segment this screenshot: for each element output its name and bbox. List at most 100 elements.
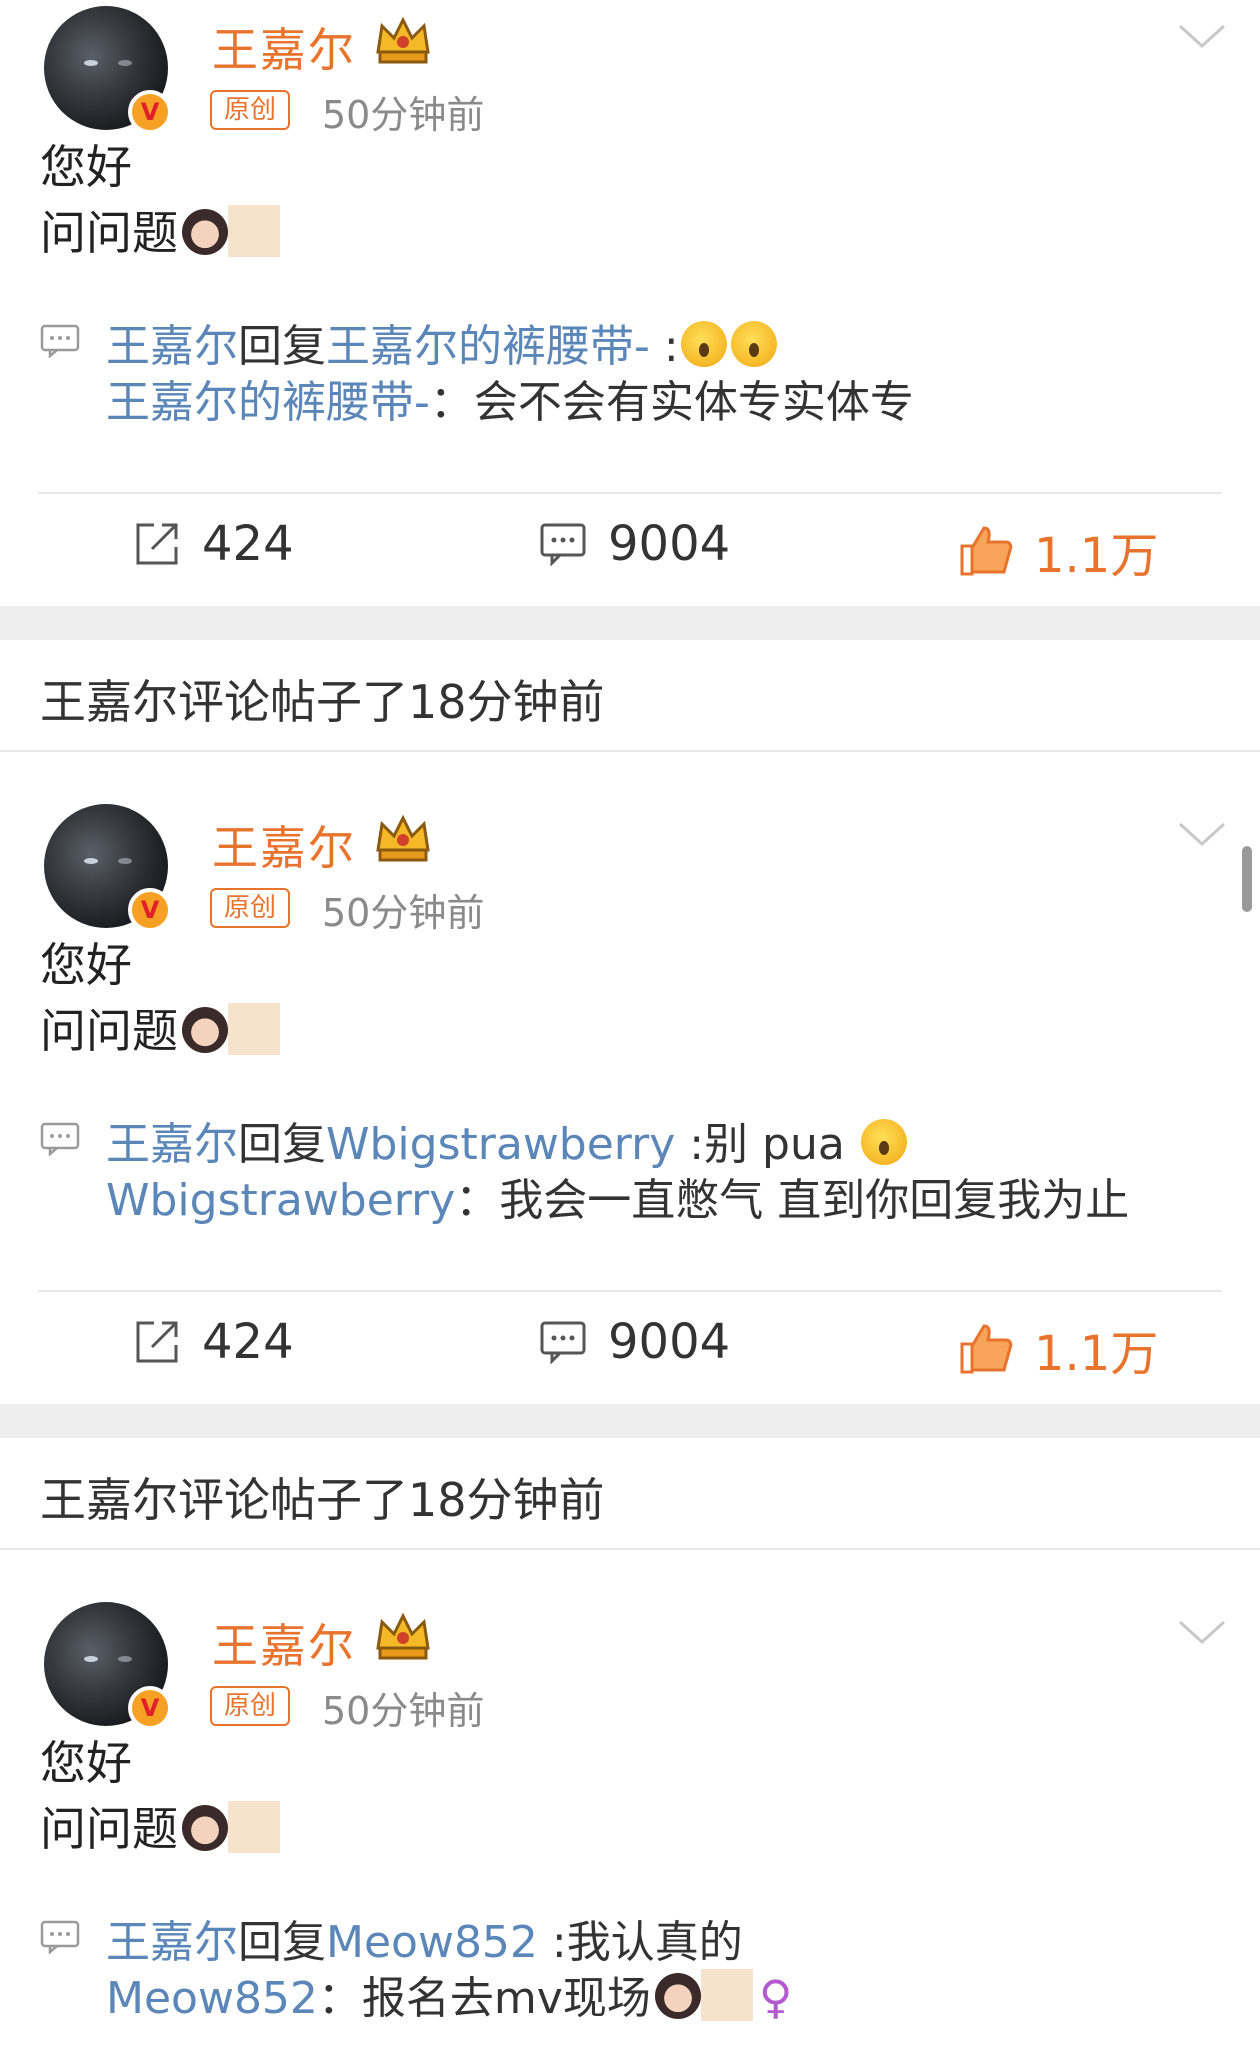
reply-text: ：报名去mv现场 (317, 1973, 651, 2024)
thumbs-up-icon (960, 1324, 1013, 1374)
divider (38, 1290, 1222, 1292)
avatar[interactable]: V (44, 6, 172, 134)
reply-user-link[interactable]: 王嘉尔 (106, 1119, 238, 1170)
shocked-face-emoji-icon (860, 1119, 907, 1165)
comment-button[interactable]: 9004 (538, 516, 730, 572)
chevron-down-icon[interactable] (1176, 20, 1228, 52)
comment-activity-header[interactable]: 王嘉尔评论帖子了18分钟前 (0, 1438, 1260, 1550)
reply-line: 王嘉尔回复Wbigstrawberry :别 pua (106, 1108, 909, 1172)
reply-text: :我认真的 (537, 1917, 743, 1968)
chevron-down-icon[interactable] (1176, 1616, 1228, 1648)
reply-target-link[interactable]: 王嘉尔的裤腰带- (326, 321, 650, 372)
crown-icon (376, 1612, 430, 1660)
post-text-line: 您好 (40, 1736, 132, 1790)
reply-text: : (649, 321, 679, 372)
reply-label: 回复 (238, 1119, 326, 1170)
comment-icon (40, 324, 80, 358)
reply-text: ：会不会有实体专实体专 (429, 377, 914, 428)
comment-icon (40, 1122, 80, 1156)
reply-label: 回复 (238, 1917, 326, 1968)
reply-text: :别 pua (675, 1119, 859, 1170)
comment-icon (40, 1920, 80, 1954)
comment-icon (540, 523, 586, 567)
repost-button[interactable]: 424 (132, 1314, 294, 1370)
repost-count: 424 (202, 516, 294, 572)
repost-count: 424 (202, 1314, 294, 1370)
post-text-line: 您好 (40, 140, 132, 194)
like-button[interactable]: 1.1万 (958, 1314, 1158, 1384)
skin-tone-emoji-icon (228, 1801, 280, 1853)
post-text-line: 问问题 (40, 998, 280, 1064)
reply-line: 王嘉尔的裤腰带-：会不会有实体专实体专 (106, 366, 914, 430)
post-text-line: 您好 (40, 938, 132, 992)
post-text-line: 问问题 (40, 1796, 280, 1862)
avatar[interactable]: V (44, 1602, 172, 1730)
post-time: 50分钟前 (322, 1689, 485, 1733)
crown-icon (376, 16, 430, 64)
post-card: V 王嘉尔 原创 50分钟前 您好 问问题 王嘉尔回复王嘉尔的裤腰带- : 王嘉… (0, 0, 1260, 606)
shocked-face-emoji-icon (680, 321, 727, 367)
share-icon (136, 1321, 178, 1363)
thumbs-up-icon (960, 526, 1013, 576)
original-badge: 原创 (210, 90, 291, 130)
comment-activity-text: 王嘉尔评论帖子了18分钟前 (40, 1473, 605, 1527)
like-button[interactable]: 1.1万 (958, 516, 1158, 586)
female-sign-emoji-icon: ♀ (758, 1970, 793, 2024)
post-card: V 王嘉尔 原创 50分钟前 您好 问问题 王嘉尔回复Wbigstrawberr… (0, 764, 1260, 1404)
woman-raising-hand-emoji-icon (182, 209, 228, 255)
post-text: 问问题 (40, 1004, 178, 1058)
reply-label: 回复 (238, 321, 326, 372)
comment-count: 9004 (608, 516, 731, 572)
reply-user-link[interactable]: 王嘉尔 (106, 321, 238, 372)
username[interactable]: 王嘉尔 (212, 14, 356, 80)
comment-count: 9004 (608, 1314, 731, 1370)
post-time: 50分钟前 (322, 93, 485, 137)
section-separator (0, 1404, 1260, 1438)
reply-line: 王嘉尔回复Meow852 :我认真的 (106, 1906, 743, 1970)
crown-icon (376, 814, 430, 862)
skin-tone-emoji-icon (228, 1003, 280, 1055)
reply-user-link[interactable]: 王嘉尔的裤腰带- (106, 377, 430, 428)
reply-text: ：我会一直憋气 直到你回复我为止 (455, 1175, 1130, 1226)
verified-badge-icon: V (128, 1686, 172, 1730)
comment-activity-text: 王嘉尔评论帖子了18分钟前 (40, 675, 605, 729)
post-card: V 王嘉尔 原创 50分钟前 您好 问问题 王嘉尔回复Meow852 :我认真的… (0, 1562, 1260, 2050)
post-time: 50分钟前 (322, 891, 485, 935)
reply-line: 王嘉尔回复王嘉尔的裤腰带- : (106, 310, 779, 374)
post-text-line: 问问题 (40, 200, 280, 266)
username[interactable]: 王嘉尔 (212, 812, 356, 878)
reply-user-link[interactable]: Wbigstrawberry (106, 1175, 455, 1226)
original-badge: 原创 (210, 888, 291, 928)
reply-target-link[interactable]: Wbigstrawberry (326, 1119, 675, 1170)
hiding-face-emoji-icon (730, 321, 777, 367)
original-badge: 原创 (210, 1686, 291, 1726)
skin-tone-emoji-icon (700, 1969, 753, 2021)
repost-button[interactable]: 424 (132, 516, 294, 572)
share-icon (136, 523, 178, 565)
post-text: 问问题 (40, 206, 178, 260)
reply-target-link[interactable]: Meow852 (326, 1917, 538, 1968)
woman-raising-hand-emoji-icon (182, 1805, 228, 1851)
section-separator (0, 606, 1260, 640)
reply-user-link[interactable]: Meow852 (106, 1973, 318, 2024)
action-bar: 424 9004 1.1万 (0, 506, 1260, 586)
scrollbar[interactable] (1242, 846, 1252, 912)
post-text: 问问题 (40, 1802, 178, 1856)
verified-badge-icon: V (128, 888, 172, 932)
comment-activity-header[interactable]: 王嘉尔评论帖子了18分钟前 (0, 640, 1260, 752)
username[interactable]: 王嘉尔 (212, 1610, 356, 1676)
reply-line: Meow852：报名去mv现场 ♀ (106, 1962, 793, 2026)
chevron-down-icon[interactable] (1176, 818, 1228, 850)
woman-raising-hand-emoji-icon (182, 1007, 228, 1053)
like-count: 1.1万 (1034, 1326, 1159, 1382)
reply-user-link[interactable]: 王嘉尔 (106, 1917, 238, 1968)
action-bar: 424 9004 1.1万 (0, 1304, 1260, 1384)
divider (38, 492, 1222, 494)
comment-button[interactable]: 9004 (538, 1314, 730, 1370)
skin-tone-emoji-icon (228, 205, 280, 257)
reply-line: Wbigstrawberry：我会一直憋气 直到你回复我为止 (106, 1164, 1129, 1228)
verified-badge-icon: V (128, 90, 172, 134)
like-count: 1.1万 (1034, 528, 1159, 584)
comment-icon (540, 1321, 586, 1365)
avatar[interactable]: V (44, 804, 172, 932)
